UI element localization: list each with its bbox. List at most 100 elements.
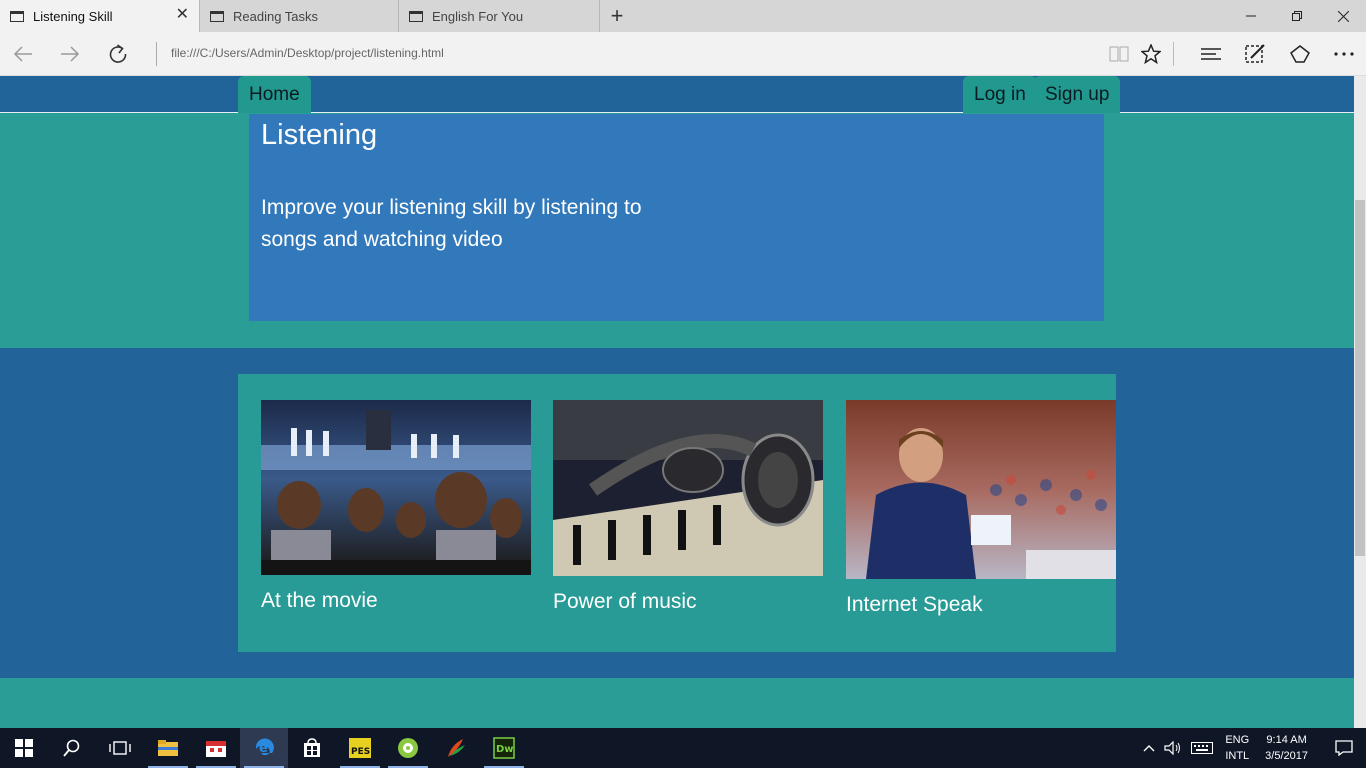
calendar-app-icon bbox=[206, 741, 226, 757]
web-note-button[interactable] bbox=[1240, 40, 1270, 68]
task-view-button[interactable] bbox=[96, 728, 144, 768]
feather-icon bbox=[448, 739, 465, 757]
card-internet-speak[interactable]: Internet Speak bbox=[846, 400, 1116, 617]
refresh-icon bbox=[109, 44, 127, 63]
hub-button[interactable] bbox=[1196, 40, 1226, 68]
folder-icon bbox=[158, 740, 178, 756]
headphones-on-piano-image bbox=[553, 400, 823, 576]
back-arrow-icon bbox=[13, 46, 32, 62]
window-controls bbox=[1228, 0, 1366, 32]
site-header bbox=[0, 76, 1354, 113]
card-power-of-music[interactable]: Power of music bbox=[553, 400, 823, 614]
close-window-button[interactable] bbox=[1320, 0, 1366, 32]
forward-button[interactable] bbox=[55, 40, 85, 68]
address-bar[interactable]: file:///C:/Users/Admin/Desktop/project/l… bbox=[171, 46, 444, 60]
touch-keyboard-button[interactable] bbox=[1185, 742, 1219, 754]
page-title: Listening bbox=[261, 119, 378, 151]
card-caption: Power of music bbox=[553, 590, 697, 613]
card-at-the-movie[interactable]: At the movie bbox=[261, 400, 531, 613]
volume-button[interactable] bbox=[1161, 741, 1185, 755]
star-icon bbox=[1141, 44, 1161, 64]
nav-signup-link[interactable]: Sign up bbox=[1034, 76, 1121, 113]
paint-app-button[interactable] bbox=[432, 728, 480, 768]
search-button[interactable] bbox=[48, 728, 96, 768]
notification-icon bbox=[1335, 740, 1353, 756]
hub-icon bbox=[1201, 48, 1221, 60]
nav-home-link[interactable]: Home bbox=[238, 76, 311, 113]
restore-icon bbox=[1292, 11, 1302, 21]
system-tray: ENG INTL 9:14 AM 3/5/2017 bbox=[1137, 728, 1366, 768]
app-button[interactable] bbox=[192, 728, 240, 768]
svg-text:Dw: Dw bbox=[496, 744, 514, 755]
share-button[interactable] bbox=[1285, 40, 1315, 68]
tab-bar: Listening Skill ✕ Reading Tasks English … bbox=[0, 0, 1366, 32]
browser-navbar: file:///C:/Users/Admin/Desktop/project/l… bbox=[0, 32, 1366, 76]
theater-audience-image bbox=[261, 400, 531, 575]
page-icon bbox=[210, 10, 224, 22]
share-icon bbox=[1290, 45, 1310, 63]
tab-title: Reading Tasks bbox=[233, 8, 319, 24]
svg-text:PES: PES bbox=[351, 747, 370, 757]
restore-button[interactable] bbox=[1274, 0, 1320, 32]
date-label: 3/5/2017 bbox=[1265, 750, 1308, 762]
media-app-button[interactable] bbox=[384, 728, 432, 768]
tab-title: English For You bbox=[432, 8, 524, 24]
card-caption: Internet Speak bbox=[846, 593, 983, 616]
close-icon[interactable]: ✕ bbox=[176, 7, 189, 23]
show-hidden-icons-button[interactable] bbox=[1137, 744, 1161, 752]
refresh-button[interactable] bbox=[103, 40, 133, 68]
page-icon bbox=[10, 10, 24, 22]
tab-title: Listening Skill bbox=[33, 8, 113, 24]
taskbar: e PES Dw ENG INTL 9:14 AM 3/5/2017 bbox=[0, 728, 1366, 768]
hero-subtitle: Improve your listening skill by listenin… bbox=[261, 196, 642, 251]
dreamweaver-icon: Dw bbox=[493, 737, 515, 759]
chevron-up-icon bbox=[1143, 745, 1155, 752]
tab-reading-tasks[interactable]: Reading Tasks bbox=[200, 0, 399, 32]
new-tab-button[interactable]: + bbox=[600, 0, 634, 32]
edge-browser-button[interactable]: e bbox=[240, 728, 288, 768]
tab-listening-skill[interactable]: Listening Skill ✕ bbox=[0, 0, 200, 32]
keyboard-icon bbox=[1191, 742, 1214, 754]
pen-note-icon bbox=[1245, 44, 1265, 63]
task-view-icon bbox=[109, 741, 131, 755]
minimize-button[interactable] bbox=[1228, 0, 1274, 32]
hero-panel: Listening Improve your listening skill b… bbox=[249, 114, 1104, 321]
page-icon bbox=[409, 10, 423, 22]
minimize-icon bbox=[1246, 15, 1256, 17]
input-language-indicator[interactable]: ENG INTL bbox=[1225, 732, 1249, 764]
edge-icon: e bbox=[255, 738, 274, 756]
file-explorer-button[interactable] bbox=[144, 728, 192, 768]
dreamweaver-button[interactable]: Dw bbox=[480, 728, 528, 768]
toolbar-divider bbox=[1173, 42, 1174, 66]
nav-login-link[interactable]: Log in bbox=[963, 76, 1037, 113]
conference-speaker-image bbox=[846, 400, 1116, 579]
reading-view-button[interactable] bbox=[1104, 40, 1134, 68]
pes-game-button[interactable]: PES bbox=[336, 728, 384, 768]
favorite-button[interactable] bbox=[1136, 40, 1166, 68]
scrollbar-thumb[interactable] bbox=[1355, 200, 1365, 556]
windows-logo-icon bbox=[15, 739, 33, 757]
back-button[interactable] bbox=[8, 40, 38, 68]
action-center-button[interactable] bbox=[1322, 740, 1366, 756]
speaker-icon bbox=[1164, 741, 1181, 755]
start-button[interactable] bbox=[0, 728, 48, 768]
language-label: ENG bbox=[1225, 734, 1250, 746]
footer-band bbox=[0, 678, 1354, 728]
close-icon bbox=[1337, 10, 1349, 22]
web-page: Home Log in Sign up Listening Improve yo… bbox=[0, 76, 1354, 728]
clock[interactable]: 9:14 AM 3/5/2017 bbox=[1265, 732, 1308, 764]
store-bag-icon bbox=[304, 738, 320, 757]
address-divider bbox=[156, 42, 157, 66]
card-caption: At the movie bbox=[261, 589, 378, 612]
book-icon bbox=[1109, 46, 1129, 62]
more-button[interactable] bbox=[1329, 40, 1359, 68]
time-label: 9:14 AM bbox=[1266, 734, 1307, 746]
media-disc-icon bbox=[398, 738, 418, 758]
forward-arrow-icon bbox=[61, 46, 80, 62]
tab-english-for-you[interactable]: English For You bbox=[399, 0, 600, 32]
vertical-scrollbar[interactable] bbox=[1354, 76, 1366, 728]
keyboard-layout-label: INTL bbox=[1225, 750, 1250, 762]
store-button[interactable] bbox=[288, 728, 336, 768]
more-dots-icon bbox=[1334, 52, 1354, 56]
pes-game-icon: PES bbox=[349, 738, 371, 758]
